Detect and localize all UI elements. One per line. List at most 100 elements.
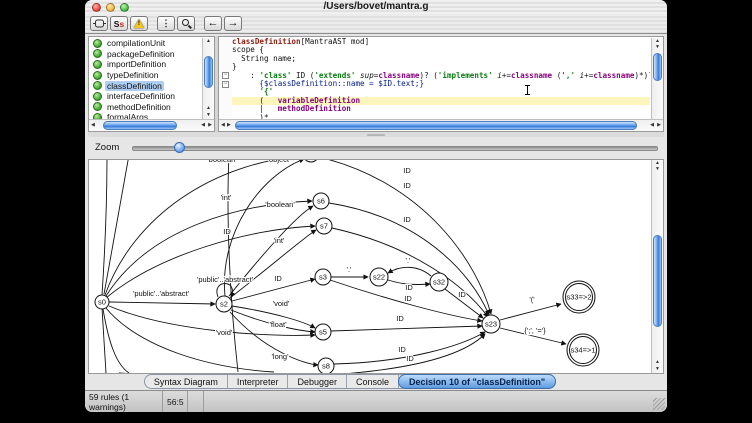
tab-debugger[interactable]: Debugger — [288, 375, 347, 388]
edge-label: ID — [274, 274, 282, 283]
rule-list[interactable]: compilationUnitpackageDefinitionimportDe… — [89, 38, 201, 119]
dfa-edge- — [500, 304, 561, 320]
edge-label: {';', '='} — [524, 326, 546, 335]
parser-rule-icon — [93, 39, 102, 48]
editor-horizontal-scrollbar[interactable]: ◀ ▶ ◀ ▶ — [219, 119, 663, 131]
edge-label: '.' — [347, 265, 353, 274]
state-label: s8 — [322, 362, 330, 371]
dfa-edge-id — [119, 334, 485, 373]
lower-pane: Zoom s0s2s6s7s3s5s8s22s32s23s33=>2s34=>1… — [88, 137, 664, 374]
dfa-graph: s0s2s6s7s3s5s8s22s32s23s33=>2s34=>1 'pub… — [89, 160, 651, 373]
edge-label: '(' — [529, 295, 535, 304]
sidebar-horizontal-scrollbar[interactable]: ◀ ◀ ▶ — [89, 119, 214, 131]
fold-marker[interactable]: − — [222, 81, 229, 88]
edge-label: 'int' — [274, 236, 285, 245]
case-sensitivity-button[interactable]: Ss — [110, 16, 128, 31]
rule-label: compilationUnit — [105, 38, 167, 48]
rules-sidebar: compilationUnitpackageDefinitionimportDe… — [88, 36, 215, 132]
text-cursor — [524, 85, 531, 95]
sidebar-item-formalargs[interactable]: formalArgs — [89, 112, 201, 119]
parser-rule-icon — [93, 81, 102, 90]
back-button[interactable]: ← — [204, 16, 222, 31]
syntax-diagram-button[interactable] — [90, 16, 108, 31]
code-line: {$classDefinition::name = $ID.text;} — [232, 80, 650, 88]
dfa-state-clipped[interactable] — [303, 160, 319, 162]
parser-rule-icon — [93, 60, 102, 69]
status-extra-cell — [188, 391, 204, 412]
status-bar: 59 rules (1 warnings) 56:5 — [85, 390, 667, 412]
breakpoints-button[interactable]: ⋮ — [157, 16, 175, 31]
edge-label: ID — [398, 345, 406, 354]
parser-rule-icon — [93, 49, 102, 58]
dfa-edge — [228, 160, 238, 372]
edge-label: ID — [403, 215, 411, 224]
edge-label: ID — [223, 227, 231, 236]
status-caret-position: 56:5 — [163, 391, 188, 412]
code-line: String name; — [232, 55, 650, 63]
zoom-slider-thumb[interactable] — [174, 142, 185, 153]
find-button[interactable] — [177, 16, 195, 31]
state-label: s33=>2 — [566, 293, 591, 302]
screen-background: /Users/bovet/mantra.g Ss ! ⋮ — [0, 0, 752, 423]
titlebar[interactable]: /Users/bovet/mantra.g — [85, 0, 667, 15]
code-line: | methodDefinition — [232, 105, 650, 113]
breakpoints-icon: ⋮ — [162, 19, 171, 28]
sidebar-item-classdefinition[interactable]: classDefinition — [89, 80, 201, 91]
parser-rule-icon — [93, 102, 102, 111]
edge-label: ID — [406, 354, 414, 363]
warnings-button[interactable]: ! — [130, 16, 148, 31]
edge-label: 'float' — [269, 320, 287, 329]
edge-label: ID — [396, 314, 404, 323]
editor-vertical-scrollbar[interactable]: ▲ ▼ — [651, 38, 663, 119]
state-label: s34=>1 — [570, 346, 595, 355]
app-window: /Users/bovet/mantra.g Ss ! ⋮ — [85, 0, 667, 412]
code-text[interactable]: classDefinition[MantraAST mod]scope { St… — [232, 38, 650, 119]
tab-console[interactable]: Console — [347, 375, 399, 388]
dfa-edge — [104, 160, 129, 294]
edge-label: ID — [404, 294, 412, 303]
tab-bar: Syntax DiagramInterpreterDebuggerConsole… — [144, 374, 556, 389]
tab-syntax-diagram[interactable]: Syntax Diagram — [145, 375, 228, 388]
zoom-slider[interactable] — [132, 146, 658, 151]
edge-label: 'public'..'abstract' — [197, 275, 254, 284]
sidebar-item-typedefinition[interactable]: typeDefinition — [89, 70, 201, 81]
edge-label: ID — [458, 290, 466, 299]
sidebar-vertical-scrollbar[interactable]: ▲ ▲ ▼ — [202, 38, 214, 119]
sidebar-item-compilationunit[interactable]: compilationUnit — [89, 38, 201, 49]
dfa-edge- — [388, 267, 431, 276]
sidebar-item-methoddefinition[interactable]: methodDefinition — [89, 102, 201, 113]
edge-label: ID — [403, 166, 411, 175]
rule-label: typeDefinition — [105, 70, 161, 80]
toolbar: Ss ! ⋮ ← → — [85, 14, 667, 34]
rule-label: classDefinition — [105, 81, 164, 91]
sidebar-item-importdefinition[interactable]: importDefinition — [89, 59, 201, 70]
parser-rule-icon — [93, 92, 102, 101]
forward-button[interactable]: → — [224, 16, 242, 31]
graph-vertical-scrollbar[interactable]: ▲ ▼ ▲ ▼ — [651, 160, 663, 373]
tab-decision-10-of-classdefinition[interactable]: Decision 10 of "classDefinition" — [398, 374, 556, 389]
state-label: s0 — [98, 298, 106, 307]
edge-label: 'boolean' — [265, 200, 295, 209]
case-sensitivity-icon: Ss — [114, 20, 124, 28]
zoom-row: Zoom — [88, 137, 664, 159]
resize-grip[interactable] — [653, 398, 665, 410]
edge-label: '.' — [406, 256, 412, 265]
code-line: classDefinition[MantraAST mod] — [232, 38, 650, 46]
dfa-edge-id — [331, 326, 482, 331]
fold-gutter[interactable]: −− — [219, 38, 232, 119]
tab-interpreter[interactable]: Interpreter — [228, 375, 289, 388]
state-label: s3 — [319, 273, 327, 282]
code-editor[interactable]: −− classDefinition[MantraAST mod]scope {… — [218, 36, 664, 132]
sidebar-item-interfacedefinition[interactable]: interfaceDefinition — [89, 91, 201, 102]
dfa-graph-panel: s0s2s6s7s3s5s8s22s32s23s33=>2s34=>1 'pub… — [88, 159, 664, 374]
search-icon — [181, 18, 192, 29]
window-title: /Users/bovet/mantra.g — [85, 1, 667, 12]
edge-label: 'public'..'abstract' — [133, 289, 190, 298]
edge-label: 'long' — [271, 352, 289, 361]
forward-arrow-icon: → — [228, 18, 239, 29]
fold-marker[interactable]: − — [222, 72, 229, 79]
parser-rule-icon — [93, 71, 102, 80]
edge-label: 'void' — [273, 299, 290, 308]
sidebar-item-packagedefinition[interactable]: packageDefinition — [89, 49, 201, 60]
dfa-edge — [102, 160, 107, 295]
